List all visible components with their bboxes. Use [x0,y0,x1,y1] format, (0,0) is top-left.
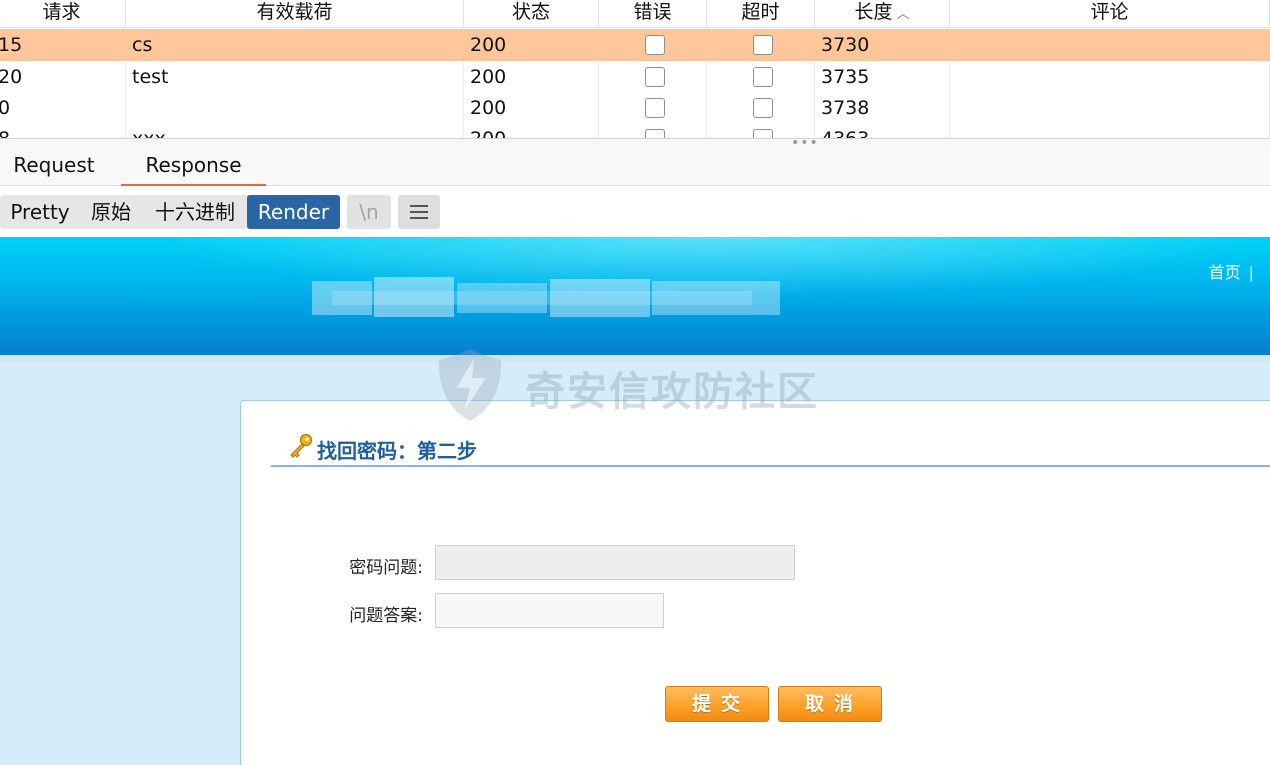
results-table: 请求 有效载荷 状态 错误 超时 长度 ︿ 评论 15 cs 200 3730 2… [0,0,1270,139]
raw-button[interactable]: 原始 [80,195,142,229]
table-row[interactable]: 8 xxx 200 4363 [0,123,1270,139]
cell-request: 20 [0,61,126,93]
cell-timeout [707,29,815,61]
table-row[interactable]: 15 cs 200 3730 [0,29,1270,61]
cell-error [599,92,707,124]
column-header-timeout[interactable]: 超时 [707,0,815,27]
cell-payload: test [126,61,464,93]
question-answer-field[interactable] [435,593,664,628]
timeout-checkbox[interactable] [753,35,773,55]
cell-length: 3738 [815,92,950,124]
column-header-length[interactable]: 长度 ︿ [815,0,950,27]
answer-label: 问题答案: [349,606,423,626]
column-header-error[interactable]: 错误 [599,0,707,27]
error-checkbox[interactable] [645,98,665,118]
cell-length: 3730 [821,34,870,56]
cell-length: 4363 [815,123,950,139]
cell-status: 200 [464,123,599,139]
watermark: 奇安信攻防社区 [430,345,850,425]
table-row[interactable]: 0 200 3738 [0,92,1270,124]
hamburger-icon [410,205,428,219]
password-question-field[interactable] [435,545,795,580]
column-header-payload[interactable]: 有效载荷 [126,0,464,27]
cell-payload: cs [132,34,153,56]
panel-title-bar: 找回密码：第二步 [271,433,1270,467]
drag-handle-icon[interactable]: ••• [791,136,819,150]
newline-toggle-button[interactable]: \n [347,195,391,229]
submit-button[interactable]: 提交 [665,686,769,722]
hex-button[interactable]: 十六进制 [144,195,246,229]
cell-timeout [707,92,815,124]
cell-status: 200 [470,34,507,56]
cell-length: 3735 [815,61,950,93]
cell-comment [950,61,1270,93]
home-link[interactable]: 首页 [1209,263,1241,282]
cell-comment [950,92,1270,124]
cell-comment [950,123,1270,139]
message-tabs: Request Response [0,148,1270,186]
cancel-button[interactable]: 取消 [778,686,882,722]
menu-button[interactable] [398,195,440,229]
cell-error [599,61,707,93]
key-icon [290,433,313,458]
cell-error [599,123,707,139]
render-button[interactable]: Render [247,195,340,229]
link-separator: | [1248,263,1254,282]
cell-status: 200 [464,61,599,93]
column-header-status[interactable]: 状态 [464,0,599,27]
watermark-text: 奇安信攻防社区 [525,369,819,415]
column-header-request[interactable]: 请求 [0,0,126,27]
question-label: 密码问题: [349,558,423,578]
error-checkbox[interactable] [645,35,665,55]
cell-payload [126,92,464,124]
error-checkbox[interactable] [645,67,665,87]
cell-request: 8 [0,123,126,139]
cell-timeout [707,61,815,93]
cell-status: 200 [464,92,599,124]
pane-splitter[interactable]: ••• [0,136,1270,150]
site-banner: 首页 | [0,237,1270,361]
column-header-length-label: 长度 [854,1,893,23]
table-row[interactable]: 20 test 200 3735 [0,61,1270,93]
page-title: 找回密码：第二步 [317,439,477,463]
sort-ascending-icon: ︿ [896,7,910,22]
site-top-links: 首页 | [1209,259,1262,283]
cell-payload: xxx [126,123,464,139]
password-recovery-panel: 找回密码：第二步 密码问题: 问题答案: 提交 取消 [240,400,1270,765]
rendered-response: 首页 | 找回密码：第二步 密码问题: 问题答案: 提交 取消 [0,237,1270,765]
cell-request: 15 [0,34,23,56]
cell-comment [950,29,1270,61]
shield-logo-icon [438,348,502,422]
column-header-comment[interactable]: 评论 [950,0,1270,27]
blurred-site-logo [312,275,782,323]
tab-request[interactable]: Request [0,148,108,186]
cell-request: 0 [0,92,126,124]
table-header: 请求 有效载荷 状态 错误 超时 长度 ︿ 评论 [0,0,1270,28]
pretty-button[interactable]: Pretty [2,195,78,229]
cell-error [599,29,707,61]
timeout-checkbox[interactable] [753,67,773,87]
timeout-checkbox[interactable] [753,98,773,118]
view-toolbar: Pretty 原始 十六进制 Render \n [0,187,1270,237]
tab-response[interactable]: Response [121,148,266,186]
